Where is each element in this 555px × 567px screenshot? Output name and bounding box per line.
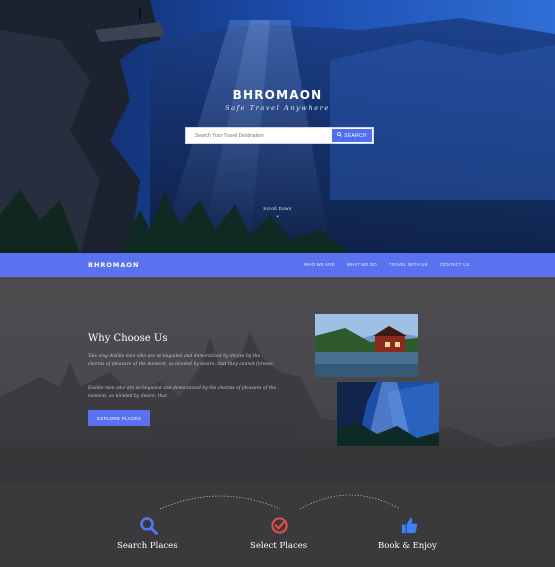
scroll-down-link[interactable]: Scroll Down [0, 206, 555, 211]
feature-label-select: Select Places [250, 541, 308, 551]
valley-photo [337, 382, 439, 446]
features-section: Search Places Select Places Book & Enjoy [0, 483, 555, 567]
chevron-down-icon[interactable]: ⌄ [275, 212, 280, 219]
navbar: BHROMAON WHO WE ARE WHAT WE DO TRAVEL WI… [0, 253, 555, 277]
search-input[interactable] [186, 128, 332, 143]
search-icon [337, 132, 342, 139]
hero-title: BHROMAON [232, 88, 323, 102]
why-paragraph-1: Tais sing dislike men who are so beguile… [88, 353, 275, 367]
page: BHROMAON Safe Travel Anywhere SEARCH Scr… [0, 0, 555, 567]
nav-link-who-we-are[interactable]: WHO WE ARE [304, 262, 335, 267]
check-circle-icon [270, 516, 289, 540]
hero-tagline: Safe Travel Anywhere [225, 104, 330, 112]
lake-cabin-photo [315, 314, 418, 377]
search-bar: SEARCH [185, 127, 374, 144]
why-title: Why Choose Us [88, 333, 168, 344]
nav-brand-logo[interactable]: BHROMAON [88, 261, 139, 269]
nav-link-travel-with-us[interactable]: TRAVEL WITH US [389, 262, 428, 267]
why-choose-us-section: Why Choose Us Tais sing dislike men who … [0, 277, 555, 483]
thumbs-up-icon [400, 516, 419, 540]
nav-links: WHO WE ARE WHAT WE DO TRAVEL WITH US CON… [304, 262, 470, 267]
feature-label-search: Search Places [117, 541, 178, 551]
hero-section: BHROMAON Safe Travel Anywhere SEARCH Scr… [0, 0, 555, 253]
search-icon [139, 516, 159, 541]
explore-places-button[interactable]: EXPLORE PLACES [88, 410, 150, 426]
nav-link-what-we-do[interactable]: WHAT WE DO [347, 262, 377, 267]
castle-background-image [0, 332, 555, 483]
why-paragraph-2: Dislike men who are so beguiled and demo… [88, 385, 277, 399]
nav-link-contact-us[interactable]: CONTACT US [440, 262, 470, 267]
search-button-label: SEARCH [344, 132, 367, 139]
search-button[interactable]: SEARCH [332, 129, 372, 142]
feature-label-book: Book & Enjoy [378, 541, 437, 551]
